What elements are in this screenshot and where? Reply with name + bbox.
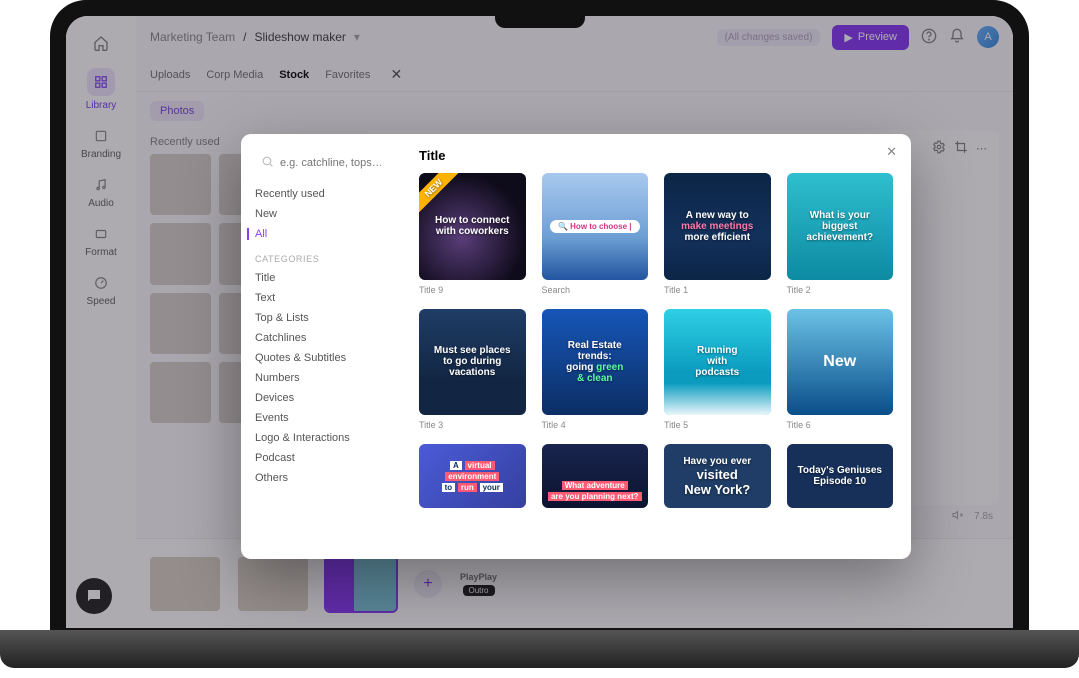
filter-recently-used[interactable]: Recently used bbox=[255, 188, 387, 200]
laptop-base bbox=[0, 630, 1079, 668]
modal-sidebar: Recently used New All CATEGORIES Title T… bbox=[241, 134, 401, 559]
modal-main: ✕ Title NEW How to connect with coworker… bbox=[401, 134, 911, 559]
filter-all[interactable]: All bbox=[247, 228, 387, 240]
categories-heading: CATEGORIES bbox=[255, 254, 387, 264]
card-label: Title 1 bbox=[664, 285, 771, 295]
search-input[interactable] bbox=[280, 157, 381, 169]
modal-title: Title bbox=[419, 148, 893, 163]
modal-close-button[interactable]: ✕ bbox=[886, 144, 897, 160]
modal-search[interactable] bbox=[255, 148, 387, 178]
template-card-title2[interactable]: What is your biggest achievement? Title … bbox=[787, 173, 894, 295]
card-label: Title 2 bbox=[787, 285, 894, 295]
template-card-title6[interactable]: New Title 6 bbox=[787, 309, 894, 431]
template-card-adventure[interactable]: What adventure are you planning next? bbox=[542, 444, 649, 508]
category-quotes[interactable]: Quotes & Subtitles bbox=[255, 352, 387, 364]
category-logo[interactable]: Logo & Interactions bbox=[255, 432, 387, 444]
category-numbers[interactable]: Numbers bbox=[255, 372, 387, 384]
category-top-lists[interactable]: Top & Lists bbox=[255, 312, 387, 324]
template-card-virtual[interactable]: A virtual environment to run your bbox=[419, 444, 526, 508]
category-devices[interactable]: Devices bbox=[255, 392, 387, 404]
template-card-title5[interactable]: Running with podcasts Title 5 bbox=[664, 309, 771, 431]
template-card-title4[interactable]: Real Estate trends: going green & clean … bbox=[542, 309, 649, 431]
category-others[interactable]: Others bbox=[255, 472, 387, 484]
template-card-search[interactable]: 🔍 How to choose | Search bbox=[542, 173, 649, 295]
template-card-title9[interactable]: NEW How to connect with coworkers Title … bbox=[419, 173, 526, 295]
card-text: New bbox=[823, 353, 856, 371]
card-label: Title 9 bbox=[419, 285, 526, 295]
card-label: Search bbox=[542, 285, 649, 295]
filter-new[interactable]: New bbox=[255, 208, 387, 220]
template-card-title1[interactable]: A new way to make meetings more efficien… bbox=[664, 173, 771, 295]
card-pill: 🔍 How to choose | bbox=[550, 220, 640, 233]
template-card-title3[interactable]: Must see places to go during vacations T… bbox=[419, 309, 526, 431]
category-events[interactable]: Events bbox=[255, 412, 387, 424]
category-catchlines[interactable]: Catchlines bbox=[255, 332, 387, 344]
card-label: Title 5 bbox=[664, 420, 771, 430]
category-text[interactable]: Text bbox=[255, 292, 387, 304]
search-icon bbox=[261, 155, 274, 171]
category-title[interactable]: Title bbox=[255, 272, 387, 284]
template-card-geniuses[interactable]: Today's Geniuses Episode 10 bbox=[787, 444, 894, 508]
new-badge: NEW bbox=[419, 173, 461, 216]
template-modal: Recently used New All CATEGORIES Title T… bbox=[241, 134, 911, 559]
card-text: How to connect with coworkers bbox=[425, 215, 520, 237]
template-grid: NEW How to connect with coworkers Title … bbox=[419, 173, 893, 508]
card-label: Title 6 bbox=[787, 420, 894, 430]
template-card-newyork[interactable]: Have you ever visited New York? bbox=[664, 444, 771, 508]
card-label: Title 3 bbox=[419, 420, 526, 430]
category-podcast[interactable]: Podcast bbox=[255, 452, 387, 464]
card-label: Title 4 bbox=[542, 420, 649, 430]
